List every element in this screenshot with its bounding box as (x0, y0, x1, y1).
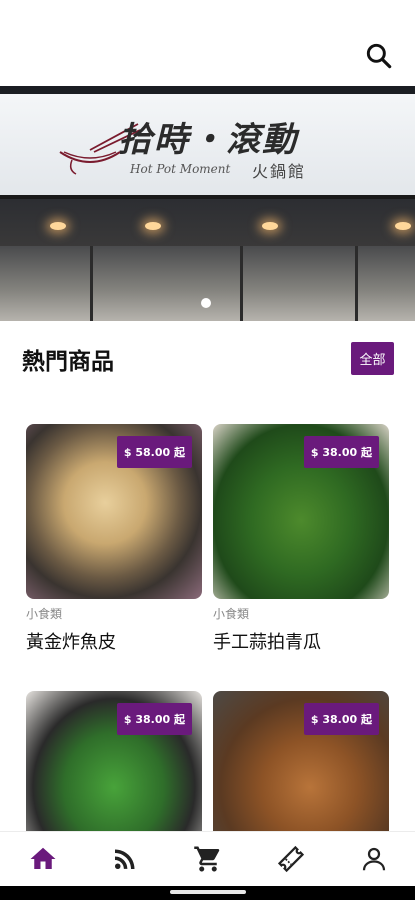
carousel-indicator-dot[interactable] (201, 298, 211, 308)
product-category: 小食類 (213, 607, 250, 621)
home-icon[interactable] (28, 844, 58, 874)
home-gesture-handle[interactable] (170, 890, 246, 894)
system-navigation-bar (0, 886, 415, 900)
price-badge: $ 38.00 起 (303, 703, 379, 735)
search-icon[interactable] (363, 40, 395, 72)
profile-icon[interactable] (359, 844, 389, 874)
price-badge: $ 38.00 起 (303, 436, 379, 468)
promo-banner-carousel[interactable]: 拾時・滾動 Hot Pot Moment 火鍋館 (0, 86, 415, 321)
ceiling-lights (0, 204, 415, 244)
price-badge: $ 58.00 起 (116, 436, 192, 468)
product-category: 小食類 (26, 607, 63, 621)
product-card[interactable]: $ 38.00 起 小食類 手工蒜拍青瓜 (213, 424, 389, 654)
bottom-navigation (0, 831, 415, 886)
section-title: 熱門商品 (22, 349, 114, 375)
product-card[interactable]: $ 58.00 起 小食類 黃金炸魚皮 (26, 424, 202, 654)
sign-title: 拾時・滾動 (118, 120, 298, 160)
rss-feed-icon[interactable] (110, 844, 140, 874)
product-name: 黃金炸魚皮 (26, 632, 116, 653)
sign-subtitle-zh: 火鍋館 (252, 162, 307, 181)
storefront (0, 246, 415, 321)
product-name: 手工蒜拍青瓜 (213, 632, 321, 653)
product-photo: $ 38.00 起 (213, 424, 389, 599)
top-app-bar (0, 0, 415, 86)
ticket-icon[interactable] (276, 844, 306, 874)
product-photo: $ 58.00 起 (26, 424, 202, 599)
view-all-button[interactable]: 全部 (351, 342, 394, 375)
price-badge: $ 38.00 起 (116, 703, 192, 735)
sign-subtitle-en: Hot Pot Moment (130, 162, 231, 176)
restaurant-sign-photo: 拾時・滾動 Hot Pot Moment 火鍋館 (0, 94, 415, 199)
cart-icon[interactable] (193, 844, 223, 874)
